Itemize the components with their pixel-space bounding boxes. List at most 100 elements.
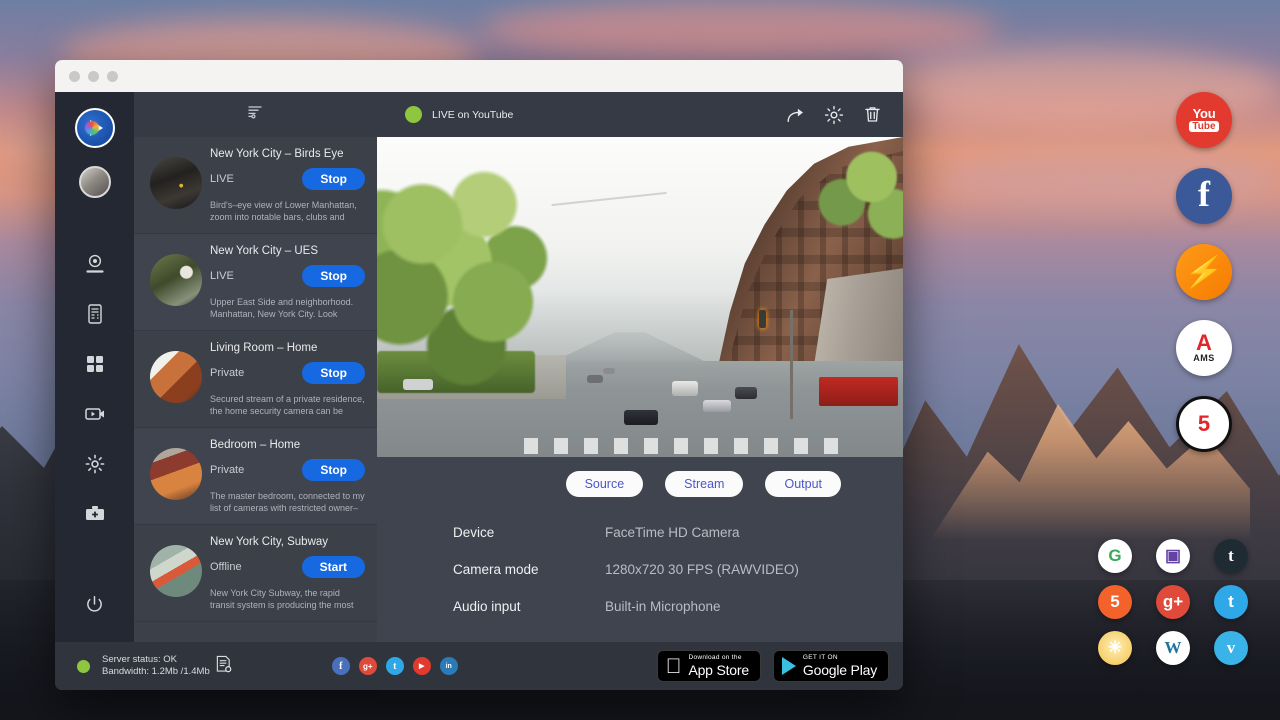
app-footer: Server status: OK Bandwidth: 1.2Mb /1.4M… [55,642,903,690]
live-status-dot [405,106,422,123]
camera-action-button[interactable]: Start [302,556,365,578]
sort-lines-icon[interactable] [247,103,265,126]
sun-shortcut-icon[interactable]: ☀ [1098,631,1132,665]
window-minimize-button[interactable] [88,71,99,82]
camera-item-body: Bedroom – Home Private Stop The master b… [210,436,367,514]
camera-list[interactable]: New York City – Birds Eye LIVE Stop Bird… [134,137,377,642]
camera-action-button[interactable]: Stop [302,168,365,190]
camera-item-body: New York City – Birds Eye LIVE Stop Bird… [210,145,367,223]
sidebar-item-settings[interactable] [75,444,115,484]
camera-action-button[interactable]: Stop [302,265,365,287]
video-car [587,375,603,383]
detail-label: Camera mode [453,562,605,577]
google-play-badge[interactable]: GET IT ON Google Play [773,650,889,683]
sidebar-item-dashboard[interactable] [75,344,115,384]
camera-item-body: Living Room – Home Private Stop Secured … [210,339,367,417]
tab-source[interactable]: Source [566,471,644,497]
detail-value[interactable]: 1280x720 30 FPS (RAWVIDEO) [605,562,799,577]
camera-action-button[interactable]: Stop [302,459,365,481]
live-status-label: LIVE on YouTube [432,109,513,121]
video-car [735,387,757,399]
wowza-shortcut-icon[interactable]: ⚡ [1176,244,1232,300]
twitter-shortcut-icon[interactable]: t [1214,585,1248,619]
main-content: LIVE on YouTube [377,92,903,642]
wordpress-shortcut-icon[interactable]: W [1156,631,1190,665]
video-car [672,381,698,396]
five-shortcut-icon[interactable]: 5 [1098,585,1132,619]
video-car [603,368,615,374]
main-header: LIVE on YouTube [377,92,903,137]
log-document-icon[interactable] [215,655,232,678]
server-status-dot [77,660,90,673]
camera-state-label: LIVE [210,173,234,185]
sidebar-item-recordings[interactable] [75,394,115,434]
camera-state-label: LIVE [210,270,234,282]
tab-output[interactable]: Output [765,471,841,497]
google-plus-shortcut-icon[interactable]: g+ [1156,585,1190,619]
google-play-top-line: GET IT ON [803,655,877,662]
camera-state-label: Offline [210,561,242,573]
server-status-text-block: Server status: OK Bandwidth: 1.2Mb /1.4M… [102,654,210,678]
logo-color-blob [85,121,99,135]
app-store-bottom-line: App Store [688,663,748,677]
window-close-button[interactable] [69,71,80,82]
footer-social-links: f g+ t ▶ in [332,657,458,675]
camera-thumbnail [150,448,202,500]
twitch-shortcut-icon[interactable]: ▣ [1156,539,1190,573]
twitter-icon[interactable]: t [386,657,404,675]
camera-title: Bedroom – Home [210,439,365,451]
camera-description: Secured stream of a private residence, t… [210,393,365,417]
window-maximize-button[interactable] [107,71,118,82]
user-avatar[interactable] [79,166,111,198]
app-store-top-line: Download on the [688,655,748,662]
trash-icon[interactable] [855,98,889,132]
google-plus-icon[interactable]: g+ [359,657,377,675]
camera-list-item[interactable]: New York City – Birds Eye LIVE Stop Bird… [134,137,377,234]
detail-value[interactable]: Built-in Microphone [605,599,721,614]
camera-list-item[interactable]: Bedroom – Home Private Stop The master b… [134,428,377,525]
five-target-shortcut-icon[interactable]: 5 [1176,396,1232,452]
sidebar-item-support[interactable] [75,494,115,534]
camera-list-header [134,92,377,137]
youtube-shortcut-icon[interactable]: You Tube [1176,92,1232,148]
facebook-shortcut-icon[interactable]: f [1176,168,1232,224]
adobe-ams-shortcut-icon[interactable]: A AMS [1176,320,1232,376]
linkedin-icon[interactable]: in [440,657,458,675]
app-store-badge[interactable]:  Download on the App Store [657,650,761,683]
five-glyph: 5 [1198,411,1210,437]
camera-status-row: Offline Start [210,556,365,578]
sidebar-item-devices[interactable] [75,294,115,334]
app-logo-play-icon[interactable] [75,108,115,148]
add-camera-button[interactable]: + Add Camera [134,622,377,642]
tumblr-shortcut-icon[interactable]: t [1214,539,1248,573]
camera-list-item[interactable]: New York City – UES LIVE Stop Upper East… [134,234,377,331]
camera-title: Living Room – Home [210,342,365,354]
power-icon[interactable] [75,584,115,624]
camera-list-item[interactable]: Living Room – Home Private Stop Secured … [134,331,377,428]
video-red-awning [819,377,898,406]
video-preview[interactable] [377,137,903,457]
youtube-you-text: You [1193,108,1216,120]
detail-tabs: Source Stream Output [453,471,863,497]
lightning-bolt-icon: ⚡ [1182,255,1227,290]
camera-action-button[interactable]: Stop [302,362,365,384]
camera-title: New York City – Birds Eye [210,148,365,160]
video-car [403,379,433,390]
g-shortcut-icon[interactable]: G [1098,539,1132,573]
ams-label: AMS [1193,353,1215,363]
camera-state-label: Private [210,464,244,476]
tab-stream[interactable]: Stream [665,471,743,497]
live-status-indicator: LIVE on YouTube [405,106,513,123]
gear-icon[interactable] [817,98,851,132]
facebook-icon[interactable]: f [332,657,350,675]
camera-list-item[interactable]: New York City, Subway Offline Start New … [134,525,377,622]
video-traffic-pole [790,310,793,419]
sidebar-item-cameras[interactable] [75,244,115,284]
detail-value[interactable]: FaceTime HD Camera [605,525,740,540]
share-icon[interactable] [779,98,813,132]
video-tree-left [377,156,577,399]
vimeo-shortcut-icon[interactable]: v [1214,631,1248,665]
youtube-icon[interactable]: ▶ [413,657,431,675]
detail-row-camera-mode: Camera mode 1280x720 30 FPS (RAWVIDEO) [453,562,863,577]
camera-status-row: LIVE Stop [210,168,365,190]
